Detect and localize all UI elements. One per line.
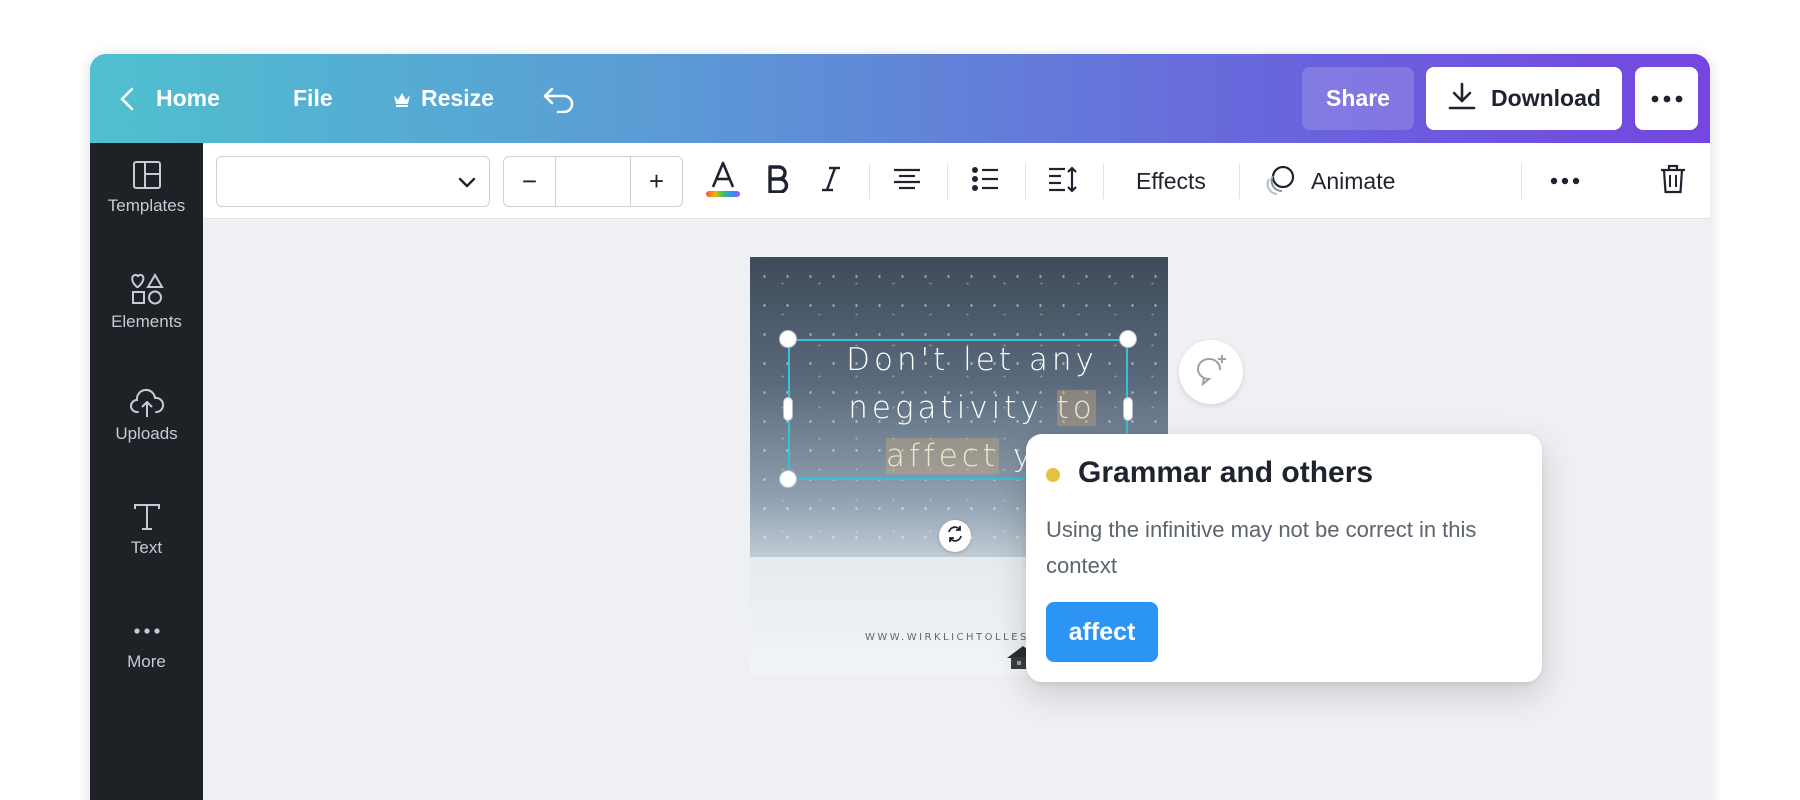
decrease-size-button[interactable]: − (504, 157, 555, 206)
sidebar-item-uploads[interactable]: Uploads (90, 371, 203, 461)
align-button[interactable] (885, 155, 929, 207)
add-comment-button[interactable] (1179, 340, 1243, 404)
chevron-left-icon (120, 87, 134, 111)
download-button[interactable]: Download (1426, 67, 1622, 130)
home-label: Home (156, 85, 220, 111)
toolbar-divider (1025, 163, 1026, 199)
left-sidebar: Templates Elements Uploads Text More (90, 143, 203, 800)
italic-button[interactable] (811, 155, 851, 207)
home-button[interactable]: Home (120, 54, 220, 143)
resize-handle-left[interactable] (783, 397, 793, 421)
bullet-list-icon (971, 166, 999, 197)
resize-button[interactable]: Resize (393, 54, 494, 143)
comment-add-icon (1193, 353, 1229, 392)
sidebar-item-label: More (127, 652, 166, 671)
resize-label: Resize (421, 85, 494, 111)
toolbar-divider (1103, 163, 1104, 199)
elements-icon (130, 272, 164, 306)
rotate-button[interactable] (939, 520, 971, 552)
effects-label: Effects (1136, 167, 1206, 194)
toolbar-divider (1239, 163, 1240, 199)
effects-button[interactable]: Effects (1136, 155, 1206, 207)
bold-icon (767, 164, 789, 198)
text-color-icon (705, 159, 741, 204)
increase-size-button[interactable]: + (631, 157, 682, 206)
grammar-suggestion-popup: Grammar and others Using the infinitive … (1026, 434, 1542, 682)
trash-icon (1660, 164, 1686, 199)
popup-title: Grammar and others (1078, 456, 1374, 489)
toolbar-more-button[interactable] (1543, 155, 1587, 207)
suggestion-button[interactable]: affect (1046, 602, 1158, 662)
toolbar-divider (947, 163, 948, 199)
toolbar-divider (869, 163, 870, 199)
resize-handle-top-left[interactable] (779, 330, 797, 348)
sidebar-item-label: Templates (107, 196, 186, 215)
animate-label: Animate (1311, 167, 1396, 194)
popup-description: Using the infinitive may not be correct … (1046, 517, 1477, 578)
more-horizontal-icon (1550, 172, 1580, 190)
more-horizontal-icon (1651, 90, 1683, 108)
severity-dot (1046, 468, 1060, 482)
more-options-button[interactable] (1635, 67, 1698, 130)
sidebar-item-templates[interactable]: Templates (90, 143, 203, 233)
file-label: File (293, 85, 333, 111)
toolbar-divider (1521, 163, 1522, 199)
sidebar-item-text[interactable]: Text (90, 485, 203, 575)
crown-icon (393, 91, 411, 107)
text-toolbar: − + Effects Animate (203, 143, 1710, 219)
resize-handle-right[interactable] (1123, 397, 1133, 421)
share-button[interactable]: Share (1302, 67, 1414, 130)
sidebar-item-more[interactable]: More (90, 599, 203, 689)
align-center-icon (892, 167, 922, 196)
templates-icon (132, 160, 162, 190)
text-icon (132, 502, 162, 532)
sidebar-item-label: Text (130, 538, 163, 557)
rotate-icon (945, 524, 965, 549)
sidebar-item-label: Elements (111, 312, 182, 331)
list-button[interactable] (963, 155, 1007, 207)
top-bar: Home File Resize Share Download (90, 54, 1710, 143)
chevron-down-icon (457, 172, 477, 197)
resize-handle-top-right[interactable] (1119, 330, 1137, 348)
undo-button[interactable] (542, 54, 576, 143)
spacing-button[interactable] (1041, 155, 1085, 207)
font-size-stepper: − + (503, 156, 683, 207)
resize-handle-bottom-left[interactable] (779, 470, 797, 488)
more-icon (132, 616, 162, 646)
text-color-button[interactable] (703, 155, 743, 207)
share-label: Share (1326, 85, 1390, 111)
uploads-icon (129, 388, 165, 418)
download-label: Download (1491, 85, 1601, 111)
bold-button[interactable] (758, 155, 798, 207)
sidebar-item-label: Uploads (115, 424, 178, 443)
undo-icon (542, 85, 576, 113)
animate-icon (1263, 164, 1297, 198)
download-icon (1447, 81, 1477, 117)
font-family-select[interactable] (216, 156, 490, 207)
font-size-input[interactable] (555, 157, 631, 206)
delete-button[interactable] (1651, 155, 1695, 207)
italic-icon (820, 165, 842, 198)
line-spacing-icon (1047, 165, 1079, 198)
animate-button[interactable]: Animate (1263, 155, 1395, 207)
sidebar-item-elements[interactable]: Elements (90, 257, 203, 347)
file-menu-button[interactable]: File (293, 54, 333, 143)
